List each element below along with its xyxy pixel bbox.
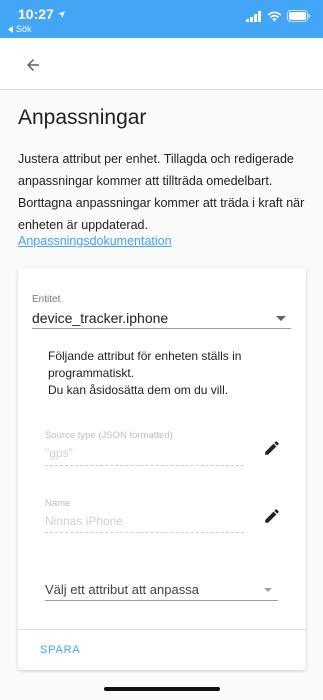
pencil-icon bbox=[265, 441, 279, 455]
attribute-value-field: Ninnas iPhone bbox=[45, 514, 124, 528]
status-back-to-app[interactable]: Sök bbox=[8, 24, 32, 34]
attribute-underline bbox=[45, 465, 244, 466]
attribute-select-underline bbox=[45, 600, 278, 601]
customize-card: Entitet device_tracker.iphone Följande a… bbox=[18, 268, 306, 670]
info-line-2: Du kan åsidosätta dem om du vill. bbox=[48, 383, 229, 397]
info-text: Följande attribut för enheten ställs in … bbox=[48, 348, 288, 399]
app-bar bbox=[0, 38, 323, 90]
edit-attribute-button[interactable] bbox=[262, 438, 282, 458]
status-bar: 10:27 Sök bbox=[0, 0, 323, 38]
page-title: Anpassningar bbox=[18, 106, 147, 129]
save-button[interactable]: SPARA bbox=[40, 644, 80, 656]
card-actions-divider bbox=[18, 629, 306, 630]
status-icons bbox=[246, 10, 311, 22]
pencil-icon bbox=[265, 509, 279, 523]
location-arrow-icon bbox=[57, 10, 65, 18]
attribute-label: Name bbox=[45, 498, 71, 509]
back-button[interactable] bbox=[18, 50, 48, 80]
entity-label: Entitet bbox=[32, 294, 61, 305]
status-time-text: 10:27 bbox=[18, 6, 54, 22]
entity-select[interactable]: device_tracker.iphone bbox=[32, 310, 168, 326]
status-back-app-label: Sök bbox=[16, 24, 32, 34]
arrow-left-icon bbox=[27, 59, 39, 71]
battery-icon bbox=[287, 10, 310, 22]
documentation-link[interactable]: Anpassningsdokumentation bbox=[18, 234, 172, 248]
chevron-down-icon[interactable] bbox=[264, 588, 272, 592]
info-line-1: Följande attribut för enheten ställs in … bbox=[48, 349, 242, 380]
home-indicator[interactable] bbox=[104, 687, 220, 691]
signal-icon bbox=[246, 10, 261, 22]
chevron-down-icon[interactable] bbox=[276, 316, 286, 321]
attribute-label: Source type (JSON formatted) bbox=[45, 430, 173, 441]
status-time: 10:27 bbox=[18, 6, 66, 22]
attribute-value-field: "gps" bbox=[45, 446, 73, 460]
page-description: Justera attribut per enhet. Tillagda och… bbox=[18, 152, 305, 232]
wifi-icon bbox=[267, 11, 282, 21]
back-triangle-icon bbox=[8, 25, 13, 33]
edit-attribute-button[interactable] bbox=[262, 506, 282, 526]
attribute-underline bbox=[45, 532, 244, 533]
attribute-select[interactable]: Välj ett attribut att anpassa bbox=[45, 582, 199, 597]
entity-underline bbox=[32, 328, 291, 329]
